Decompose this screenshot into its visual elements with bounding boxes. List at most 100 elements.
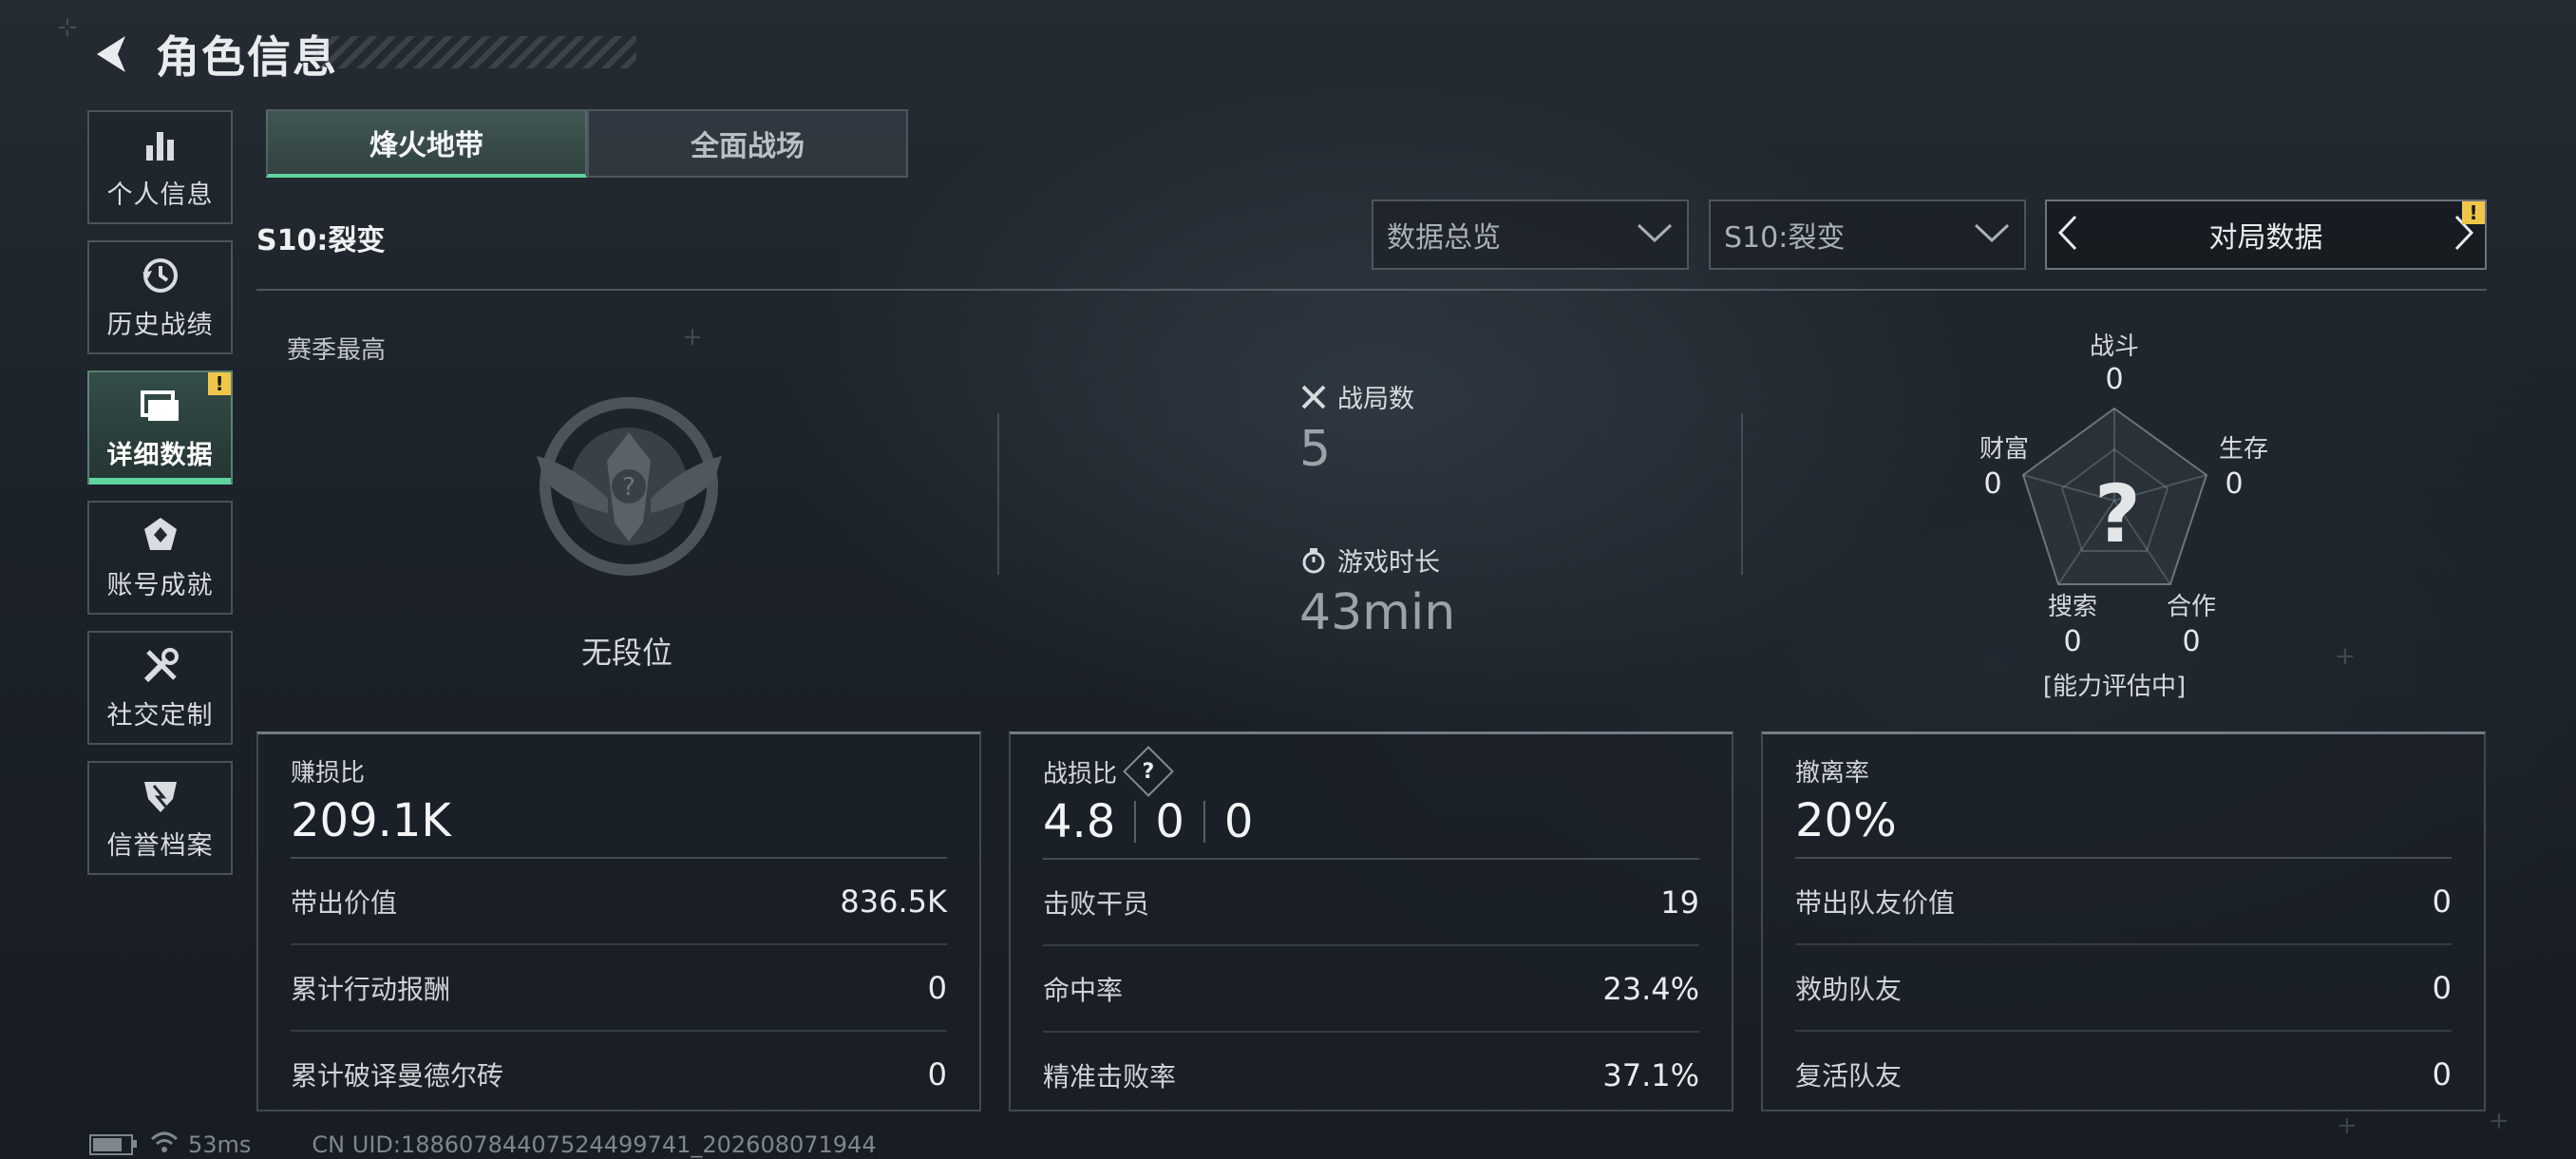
- rank-emblem-icon: ?: [518, 380, 741, 589]
- profit-ratio-value: 209.1K: [291, 794, 947, 859]
- vertical-divider: [1741, 413, 1743, 575]
- rank-text: 无段位: [580, 635, 672, 671]
- battery-icon: [89, 1134, 137, 1155]
- row-key: 累计行动报酬: [291, 973, 451, 1005]
- crosshair-deco-icon: ⊹: [57, 13, 78, 42]
- row-key: 带出队友价值: [1795, 886, 1956, 919]
- radar-value-combat: 0: [2105, 363, 2124, 396]
- playtime-label: 游戏时长: [1337, 548, 1440, 578]
- overview-dropdown[interactable]: 数据总览: [1372, 200, 1689, 270]
- sidebar-item-achievements[interactable]: 账号成就: [87, 501, 233, 615]
- radar-label-combat: 战斗: [2089, 332, 2139, 361]
- back-arrow-icon[interactable]: [85, 29, 135, 79]
- panel-title: 战损比: [1043, 759, 1118, 788]
- vertical-divider: [997, 413, 999, 575]
- season-best-label: 赛季最高: [287, 336, 387, 365]
- row-key: 命中率: [1043, 974, 1124, 1006]
- playtime-stat: 游戏时长 43min: [1299, 542, 1455, 641]
- playtime-value: 43min: [1299, 584, 1456, 641]
- radar-label-wealth: 财富: [1979, 435, 2029, 464]
- screen: ⊹ + + + + 角色信息 个人信息 历史战绩 ! 详细数据 账号成就 社交定…: [0, 0, 2576, 1159]
- radar-status: [能力评估中]: [2042, 673, 2187, 701]
- table-row: 命中率 23.4%: [1043, 946, 1699, 1033]
- radar-center-question: ?: [2094, 467, 2141, 560]
- chevron-left-icon[interactable]: [2056, 214, 2079, 256]
- help-icon[interactable]: ?: [1123, 746, 1174, 797]
- row-key: 累计破译曼德尔砖: [291, 1059, 504, 1092]
- shield-icon: [140, 775, 181, 817]
- page-header: 角色信息: [85, 21, 636, 87]
- value-separator: [1134, 801, 1137, 843]
- row-value: 0: [927, 1055, 947, 1092]
- radar-label-search: 搜索: [2047, 593, 2097, 621]
- crossed-swords-icon: [1299, 383, 1328, 411]
- dropdown-value: 数据总览: [1387, 221, 1501, 255]
- folder-icon: [140, 385, 181, 427]
- wifi-icon: [150, 1130, 179, 1159]
- season-dropdown[interactable]: S10:裂变: [1709, 200, 2026, 270]
- mode-tabs: 烽火地带 全面战场: [266, 109, 908, 178]
- panel-title: 撤离率: [1795, 759, 1870, 788]
- dropdown-value: S10:裂变: [1724, 221, 1846, 255]
- row-value: 0: [2432, 1055, 2452, 1092]
- matches-stat: 战局数 5: [1299, 378, 1414, 478]
- tab-warzone[interactable]: 烽火地带: [266, 109, 587, 178]
- chevron-down-icon: [1636, 218, 1674, 252]
- svg-text:?: ?: [622, 473, 635, 502]
- table-row: 带出队友价值 0: [1795, 859, 2452, 945]
- ping-value: 53ms: [188, 1131, 252, 1158]
- ability-radar: ? 战斗 0 生存 0 合作 0 搜索 0 财富 0 [能力评估中]: [1938, 323, 2318, 703]
- combat-panel: 战损比 ? 4.8 0 0 击败干员 19 命中率 23.4% 精准击败率 37.1%: [1009, 732, 1733, 1112]
- kd-values: 4.8 0 0: [1043, 795, 1699, 860]
- achievement-icon: [140, 515, 181, 557]
- kd-value: 4.8: [1043, 795, 1116, 848]
- row-key: 精准击败率: [1043, 1060, 1177, 1092]
- history-icon: [140, 255, 181, 296]
- crosshair-deco-icon: +: [682, 323, 703, 352]
- row-value: 0: [927, 969, 947, 1006]
- profit-panel: 赚损比 209.1K 带出价值 836.5K 累计行动报酬 0 累计破译曼德尔砖 0: [256, 732, 981, 1112]
- row-value: 836.5K: [840, 883, 947, 920]
- chevron-down-icon: [1973, 218, 2011, 252]
- table-row: 复活队友 0: [1795, 1032, 2452, 1116]
- extract-rate-value: 20%: [1795, 794, 2452, 859]
- sidebar-item-personal-info[interactable]: 个人信息: [87, 110, 233, 224]
- sidebar-item-history[interactable]: 历史战绩: [87, 240, 233, 354]
- row-key: 复活队友: [1795, 1059, 1903, 1092]
- decorative-arc: [0, 38, 42, 228]
- uid-text: CN UID:1886078440752449974​1_20260807194…: [312, 1131, 877, 1158]
- kd-value: 0: [1155, 795, 1184, 848]
- row-value: 37.1%: [1602, 1056, 1699, 1093]
- big-value: 209.1K: [291, 794, 451, 847]
- radar-value-cooperation: 0: [2182, 625, 2201, 658]
- table-row: 救助队友 0: [1795, 945, 2452, 1032]
- sidebar-item-label: 个人信息: [106, 180, 214, 210]
- sidebar-item-label: 账号成就: [106, 570, 214, 600]
- table-row: 精准击败率 37.1%: [1043, 1033, 1699, 1117]
- sidebar-item-social[interactable]: 社交定制: [87, 631, 233, 745]
- section-divider: [256, 289, 2487, 291]
- table-row: 带出价值 836.5K: [291, 859, 947, 945]
- radar-value-survival: 0: [2225, 467, 2244, 501]
- panel-title-row: 战损比 ?: [1043, 746, 1699, 797]
- row-key: 带出价值: [291, 886, 398, 919]
- sidebar: 个人信息 历史战绩 ! 详细数据 账号成就 社交定制 信誉档案: [87, 110, 235, 891]
- radar-value-wealth: 0: [1983, 467, 2002, 501]
- sidebar-item-detailed-data[interactable]: ! 详细数据: [87, 370, 233, 484]
- page-title: 角色信息: [156, 31, 338, 83]
- help-glyph: ?: [1142, 759, 1155, 784]
- sidebar-item-credit[interactable]: 信誉档案: [87, 761, 233, 875]
- match-data-selector: ! 对局数据: [2045, 200, 2487, 270]
- crosshair-deco-icon: +: [2489, 1107, 2510, 1135]
- season-label: S10:裂变: [256, 224, 386, 257]
- bar-chart-icon: [140, 124, 181, 166]
- matches-value: 5: [1299, 421, 1332, 478]
- radar-label-cooperation: 合作: [2166, 593, 2216, 621]
- row-key: 救助队友: [1795, 973, 1903, 1005]
- matches-label: 战局数: [1337, 385, 1414, 414]
- table-row: 累计行动报酬 0: [291, 945, 947, 1032]
- big-value: 20%: [1795, 794, 1897, 847]
- table-row: 击败干员 19: [1043, 860, 1699, 946]
- tab-battlefield[interactable]: 全面战场: [587, 109, 908, 178]
- sidebar-item-label: 详细数据: [106, 440, 214, 470]
